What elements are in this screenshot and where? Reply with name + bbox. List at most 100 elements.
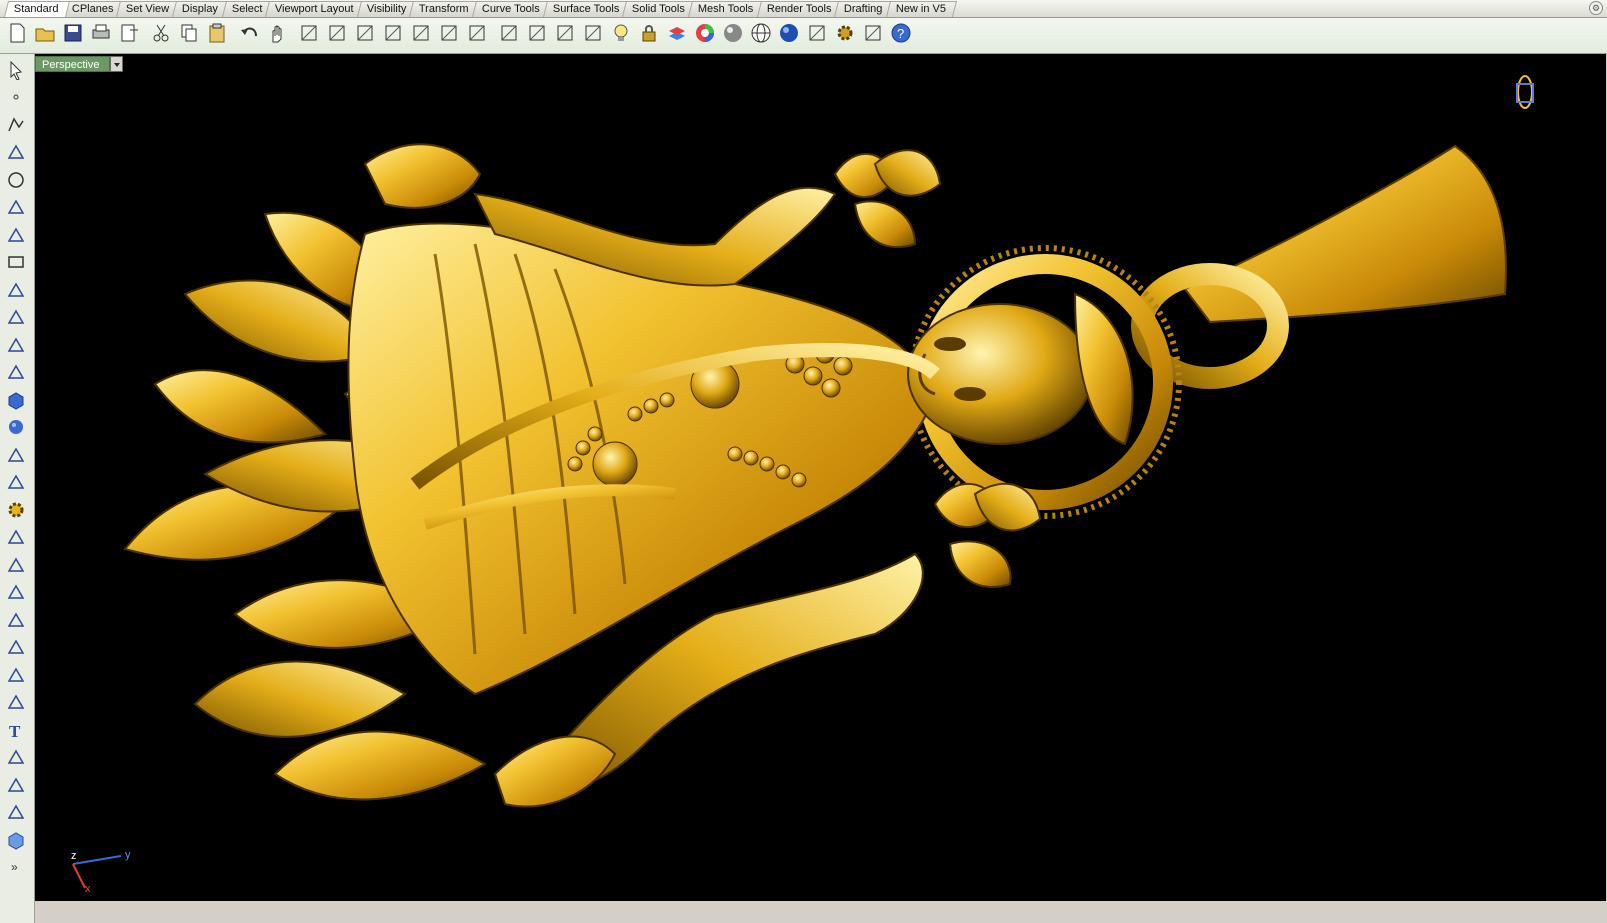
tab-standard[interactable]: Standard <box>4 1 70 17</box>
car-button[interactable] <box>496 21 522 47</box>
tab-visibility[interactable]: Visibility <box>356 1 418 17</box>
hide-button[interactable] <box>524 21 550 47</box>
transform-tool-button[interactable] <box>5 528 27 550</box>
show-button[interactable] <box>552 21 578 47</box>
select-arrow-tool-button[interactable] <box>5 60 27 82</box>
tab-label: Set View <box>126 3 170 15</box>
zoom-window-button[interactable] <box>324 21 350 47</box>
undo-button[interactable] <box>236 21 262 47</box>
gear-tool-button[interactable] <box>5 500 27 522</box>
group-icon <box>6 637 26 660</box>
pan-button[interactable] <box>264 21 290 47</box>
blend-tool-button[interactable] <box>5 693 27 715</box>
solid-box-tool-button[interactable] <box>5 830 27 852</box>
perspective-viewport[interactable]: Perspective z y x <box>35 54 1606 901</box>
tab-render-tools[interactable]: Render Tools <box>756 1 843 17</box>
layer-button[interactable] <box>664 21 690 47</box>
viewport-title-bar[interactable]: Perspective <box>35 56 124 72</box>
cylinder-tool-button[interactable] <box>5 445 27 467</box>
tab-solid-tools[interactable]: Solid Tools <box>622 1 697 17</box>
light-button[interactable] <box>608 21 634 47</box>
tab-label: Mesh Tools <box>698 3 754 15</box>
tab-label: New in V5 <box>895 3 946 15</box>
viewport-menu-dropdown-icon[interactable] <box>110 56 124 72</box>
tab-curve-tools[interactable]: Curve Tools <box>472 1 551 17</box>
tab-transform[interactable]: Transform <box>409 1 481 17</box>
boolean-icon <box>6 610 26 633</box>
shaded-sphere-button[interactable] <box>720 21 746 47</box>
dimension-tool-button[interactable] <box>5 748 27 770</box>
tab-new-in-v5[interactable]: New in V5 <box>885 1 958 17</box>
tab-mesh-tools[interactable]: Mesh Tools <box>688 1 765 17</box>
tab-label: Transform <box>419 3 469 15</box>
offset-tool-button[interactable] <box>5 665 27 687</box>
undo-view-button[interactable] <box>436 21 462 47</box>
polyline-tool-button[interactable] <box>5 115 27 137</box>
tab-label: Display <box>182 3 219 15</box>
surface-tool-button[interactable] <box>5 335 27 357</box>
four-viewports-button[interactable] <box>464 21 490 47</box>
view-orientation-icon[interactable] <box>1516 75 1534 109</box>
render-sphere-button[interactable] <box>776 21 802 47</box>
import-button[interactable] <box>116 21 142 47</box>
tab-set-view[interactable]: Set View <box>116 1 181 17</box>
tab-options-icon[interactable]: ⚙ <box>1589 1 1603 15</box>
select-filter-button[interactable] <box>804 21 830 47</box>
viewport-name-label[interactable]: Perspective <box>35 56 111 72</box>
mesh-tool-button[interactable] <box>5 473 27 495</box>
tab-display[interactable]: Display <box>172 1 230 17</box>
group-tool-button[interactable] <box>5 638 27 660</box>
rectangle-tool-button[interactable] <box>5 253 27 275</box>
zoom-selected-button[interactable] <box>408 21 434 47</box>
new-file-icon <box>6 22 28 47</box>
point-on-button[interactable] <box>580 21 606 47</box>
tab-cplanes[interactable]: CPlanes <box>61 1 125 17</box>
polygon-tool-button[interactable] <box>5 225 27 247</box>
zoom-selected-icon <box>410 22 432 47</box>
polyline-icon <box>6 115 26 138</box>
tab-surface-tools[interactable]: Surface Tools <box>542 1 631 17</box>
save-button[interactable] <box>60 21 86 47</box>
tab-drafting[interactable]: Drafting <box>834 1 894 17</box>
arc-tool-button[interactable] <box>5 280 27 302</box>
more-icon: » <box>6 857 26 880</box>
paste-button[interactable] <box>204 21 230 47</box>
open-file-button[interactable] <box>32 21 58 47</box>
edit-tool-button[interactable] <box>5 803 27 825</box>
copy-button[interactable] <box>176 21 202 47</box>
sphere-tool-button[interactable] <box>5 418 27 440</box>
point-tool-button[interactable] <box>5 88 27 110</box>
grid-sphere-button[interactable] <box>748 21 774 47</box>
zoom-dynamic-button[interactable] <box>352 21 378 47</box>
zoom-extents-icon <box>382 22 404 47</box>
boolean-tool-button[interactable] <box>5 610 27 632</box>
tab-viewport-layout[interactable]: Viewport Layout <box>265 1 365 17</box>
ellipse-tool-button[interactable] <box>5 198 27 220</box>
split-tool-button[interactable] <box>5 583 27 605</box>
text-tool-button[interactable]: T <box>5 720 27 742</box>
fillet-tool-button[interactable] <box>5 308 27 330</box>
select-arrow-icon <box>6 60 26 83</box>
trim-icon <box>6 555 26 578</box>
help-button[interactable]: ? <box>888 21 914 47</box>
lock-button[interactable] <box>636 21 662 47</box>
curve-tool-button[interactable] <box>5 143 27 165</box>
cut-button[interactable] <box>148 21 174 47</box>
revolve-tool-button[interactable] <box>5 363 27 385</box>
trim-tool-button[interactable] <box>5 555 27 577</box>
circle-tool-button[interactable] <box>5 170 27 192</box>
color-wheel-button[interactable] <box>692 21 718 47</box>
options-gear-icon <box>834 22 856 47</box>
rotate-view-button[interactable] <box>296 21 322 47</box>
new-file-button[interactable] <box>4 21 30 47</box>
print-button[interactable] <box>88 21 114 47</box>
snap-button[interactable] <box>860 21 886 47</box>
polygon-icon <box>6 225 26 248</box>
zoom-extents-button[interactable] <box>380 21 406 47</box>
box-tool-button[interactable] <box>5 390 27 412</box>
options-gear-button[interactable] <box>832 21 858 47</box>
more-tool-button[interactable]: » <box>5 858 27 880</box>
split-icon <box>6 582 26 605</box>
tab-label: Surface Tools <box>552 3 620 15</box>
array-tool-button[interactable] <box>5 775 27 797</box>
